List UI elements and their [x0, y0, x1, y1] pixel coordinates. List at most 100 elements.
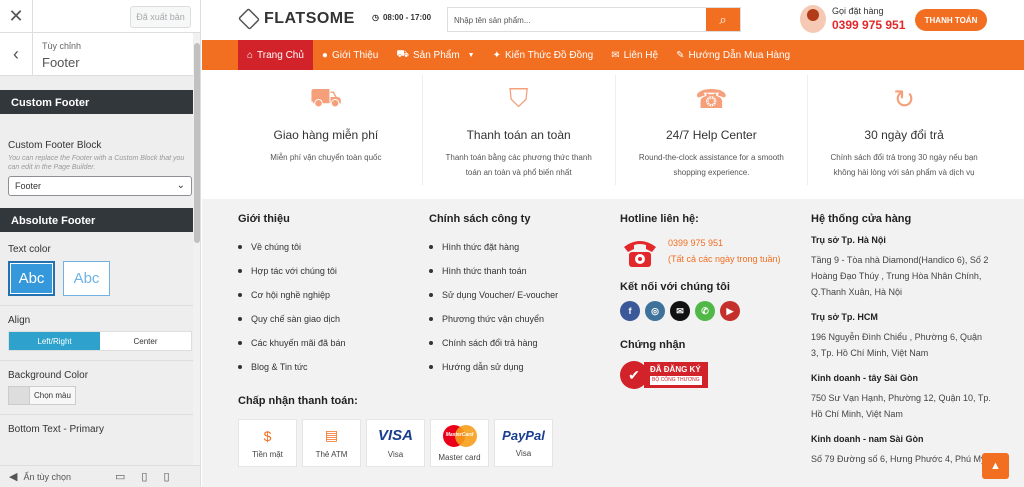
nav-item-about[interactable]: ● Giới Thiệu [313, 40, 387, 70]
feature-title: 30 ngày đổi trả [864, 128, 944, 142]
call-box: Gọi đặt hàng 0399 975 951 [800, 5, 905, 33]
hotline-title: Hotline liên hệ: [620, 213, 699, 225]
bg-color-picker[interactable]: Chọn màu [8, 386, 192, 405]
call-label: Gọi đặt hàng [832, 6, 884, 16]
hotline-note: (Tất cả các ngày trong tuần) [668, 254, 781, 264]
wrench-icon: ✦ [492, 49, 501, 61]
feature-free-shipping: ⛟ Giao hàng miễn phí Miễn phí vận chuyển… [230, 75, 423, 185]
site-logo[interactable]: FLATSOME [237, 7, 355, 31]
absolute-footer-group: Absolute Footer [0, 208, 200, 232]
nav-label: Trang Chủ [257, 49, 304, 61]
hide-controls-button[interactable]: Ẩn tùy chọn [23, 472, 71, 482]
globe-icon: ● [321, 49, 328, 61]
footer-link[interactable]: Quy chế sàn giao dịch [238, 307, 408, 331]
home-icon: ⌂ [247, 49, 254, 61]
envelope-icon: ✉ [611, 49, 620, 61]
search-icon[interactable]: ⌕ [706, 8, 740, 31]
social-title: Kết nối với chúng tôi [620, 281, 730, 293]
footer-stores: Hệ thống cửa hàng Trụ sở Tp. Hà Nội Tầng… [811, 213, 991, 479]
footer-link[interactable]: Blog & Tin tức [238, 355, 408, 379]
footer-link[interactable]: Về chúng tôi [238, 235, 408, 259]
footer-link[interactable]: Hợp tác với chúng tôi [238, 259, 408, 283]
logo-mark-icon [237, 7, 261, 31]
nav-item-products[interactable]: ⛟ Sản Phẩm ▼ [387, 40, 483, 70]
payment-label: Tiền mặt [252, 449, 283, 459]
mastercard-logo: MasterCard [442, 424, 477, 447]
collapse-icon[interactable]: ◀ [9, 470, 17, 483]
text-color-light-option[interactable]: Abc [8, 261, 55, 296]
social-links: f ◎ ✉ ✆ ▶ [620, 301, 795, 321]
custom-footer-block-label: Custom Footer Block [8, 140, 102, 151]
footer-link[interactable]: Chính sách đổi trả hàng [429, 331, 604, 355]
customizer-topbar: ✕ Đã xuất bản [0, 0, 200, 33]
feature-desc: Round-the-clock assistance for a smooth … [638, 153, 784, 177]
align-segmented: Left/Right Center [8, 331, 192, 351]
mastercard-wordmark: MasterCard [445, 431, 474, 438]
store-address: Tầng 9 - Tòa nhà Diamond(Handico 6), Số … [811, 255, 989, 297]
store-address: 750 Sư Vạn Hạnh, Phường 12, Quận 10, Tp.… [811, 393, 991, 419]
feature-desc: Miễn phí vận chuyển toàn quốc [270, 153, 382, 162]
footer-link[interactable]: Hình thức đặt hàng [429, 235, 604, 259]
close-icon[interactable]: ✕ [0, 0, 33, 33]
custom-footer-block-desc: You can replace the Footer with a Custom… [8, 155, 185, 171]
facebook-icon[interactable]: f [620, 301, 640, 321]
custom-footer-block-select[interactable]: Footer ⌄ [8, 176, 192, 196]
footer-link[interactable]: Sử dụng Voucher/ E-voucher [429, 283, 604, 307]
tablet-preview-icon[interactable]: ▯ [141, 470, 147, 483]
hotline-number[interactable]: 0399 975 951 [668, 235, 781, 251]
phone-icon [620, 235, 660, 269]
feature-title: 24/7 Help Center [666, 128, 757, 142]
nav-label: Giới Thiệu [331, 49, 379, 61]
footer-link[interactable]: Phương thức vận chuyển [429, 307, 604, 331]
search-input[interactable]: Nhập tên sản phẩm... [448, 8, 706, 31]
align-center-option[interactable]: Center [100, 332, 191, 350]
footer-link[interactable]: Hình thức thanh toán [429, 259, 604, 283]
back-icon[interactable]: ‹ [0, 33, 33, 76]
mobile-preview-icon[interactable]: ▯ [163, 470, 169, 483]
site-header: FLATSOME ◷ 08:00 - 17:00 Nhập tên sản ph… [202, 0, 1024, 40]
section-header: ‹ Tùy chỉnh Footer [0, 33, 200, 76]
stores-title: Hệ thống cửa hàng [811, 213, 912, 225]
whatsapp-icon[interactable]: ✆ [695, 301, 715, 321]
published-button[interactable]: Đã xuất bản [130, 6, 191, 28]
footer-link[interactable]: Hướng dẫn sử dụng [429, 355, 604, 379]
feature-title: Thanh toán an toàn [466, 128, 571, 142]
feature-secure-payment: ⛉ Thanh toán an toàn Thanh toán bằng các… [423, 75, 616, 185]
scrollbar-thumb[interactable] [194, 43, 200, 243]
hotline: 0399 975 951 (Tất cả các ngày trong tuần… [620, 235, 795, 269]
email-icon[interactable]: ✉ [670, 301, 690, 321]
footer-link[interactable]: Cơ hội nghề nghiệp [238, 283, 408, 307]
custom-footer-group: Custom Footer [0, 90, 200, 114]
desktop-preview-icon[interactable]: ▭ [115, 470, 125, 483]
divider [0, 360, 200, 361]
select-value: Footer [15, 181, 42, 191]
section-title: Footer [42, 55, 80, 70]
checkout-button[interactable]: THANH TOÁN [915, 9, 987, 31]
call-number[interactable]: 0399 975 951 [832, 18, 905, 32]
cert-badge[interactable]: ✔ ĐÃ ĐĂNG KÝ BỘ CÔNG THƯƠNG [620, 359, 724, 391]
instagram-icon[interactable]: ◎ [645, 301, 665, 321]
nav-item-knowledge[interactable]: ✦ Kiến Thức Đồ Đồng [484, 40, 603, 70]
nav-item-guide[interactable]: ✎ Hướng Dẫn Mua Hàng [667, 40, 799, 70]
store-name: Trụ sở Tp. HCM [811, 312, 878, 322]
payment-atm: ▤ Thẻ ATM [302, 419, 361, 467]
footer-link[interactable]: Các khuyến mãi đã bán [238, 331, 408, 355]
nav-item-contact[interactable]: ✉ Liên Hệ [602, 40, 667, 70]
align-left-right-option[interactable]: Left/Right [9, 332, 100, 350]
tools-icon: ✎ [676, 49, 685, 61]
panel-scrollbar[interactable] [193, 33, 200, 465]
choose-color-button[interactable]: Chọn màu [30, 386, 76, 405]
chevron-up-icon[interactable]: ▲ [982, 453, 1009, 479]
youtube-icon[interactable]: ▶ [720, 301, 740, 321]
opening-hours: ◷ 08:00 - 17:00 [372, 13, 431, 22]
nav-item-home[interactable]: ⌂ Trang Chủ [238, 40, 313, 70]
bottom-text-label: Bottom Text - Primary [8, 424, 104, 435]
feature-title: Giao hàng miễn phí [273, 128, 379, 142]
text-color-label: Text color [8, 244, 51, 255]
feature-strip: ⛟ Giao hàng miễn phí Miễn phí vận chuyển… [230, 75, 1000, 185]
payment-paypal: PayPal Visa [494, 419, 553, 467]
text-color-dark-option[interactable]: Abc [63, 261, 110, 296]
main-nav: ⌂ Trang Chủ ● Giới Thiệu ⛟ Sản Phẩm ▼ ✦ Kiến … [202, 40, 1024, 70]
payment-cash: $ Tiền mặt [238, 419, 297, 467]
clock-icon: ◷ [372, 13, 379, 22]
